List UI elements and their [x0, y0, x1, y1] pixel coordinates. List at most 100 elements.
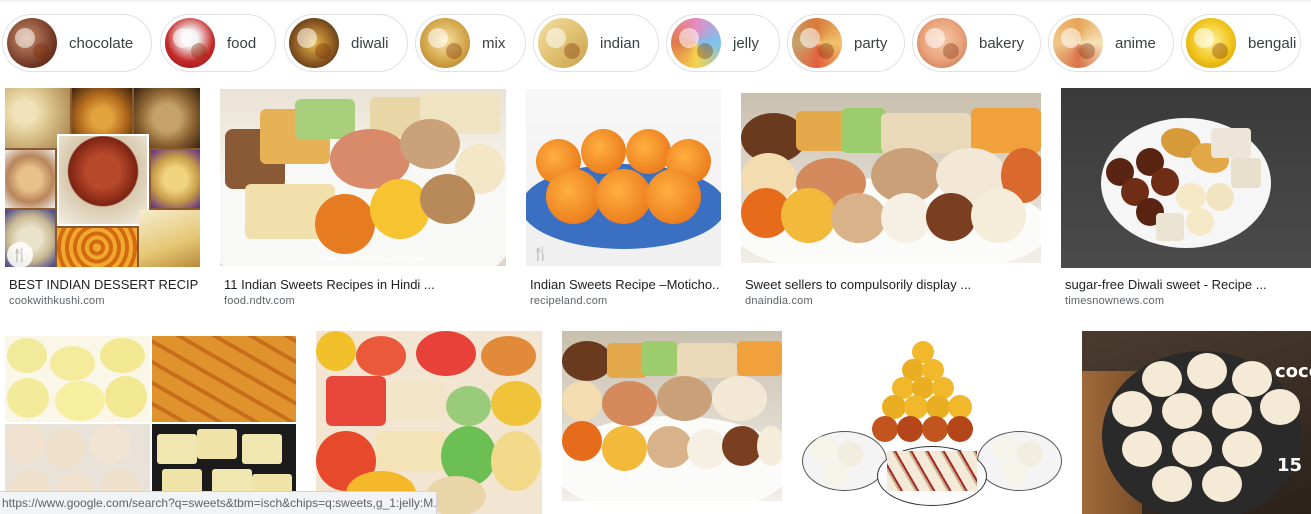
barfi	[1211, 128, 1251, 158]
sweet-piece	[376, 431, 446, 471]
gulab-jamun	[1151, 168, 1179, 196]
sweet-piece	[647, 426, 692, 468]
sweet-piece	[712, 376, 767, 421]
coconut-ladoo	[1212, 393, 1252, 429]
chip-thumbnail	[1053, 18, 1103, 68]
result-source[interactable]: recipeland.com	[530, 295, 607, 307]
result-caption[interactable]: 11 Indian Sweets Recipes in Hindi ...	[224, 277, 504, 292]
ladoo	[596, 169, 651, 224]
peda	[1206, 183, 1234, 211]
collage-tile	[151, 150, 200, 208]
sweet-piece	[657, 376, 712, 421]
gulab-jamun	[897, 416, 923, 442]
ladoo	[646, 169, 701, 224]
collage-tile	[5, 336, 150, 422]
kaju-katli	[887, 451, 977, 491]
coconut-ladoo	[1172, 431, 1212, 467]
result-image-1[interactable]: 🍴	[5, 88, 200, 267]
sweet-piece	[971, 108, 1041, 153]
barfi	[1231, 158, 1261, 188]
sweet-piece	[295, 99, 355, 139]
chip-thumbnail	[165, 18, 215, 68]
related-searches-chips: chocolate food diwali mix indian jelly p…	[0, 14, 1311, 72]
top-divider	[0, 0, 1311, 2]
sweet-piece	[416, 331, 476, 376]
rasgulla	[992, 436, 1018, 462]
gulab-jamun	[872, 416, 898, 442]
sweet-piece	[481, 336, 536, 376]
overlay-number: 15	[1277, 455, 1303, 476]
chip-indian[interactable]: indian	[533, 14, 659, 72]
sweet-piece	[7, 378, 49, 418]
chip-party[interactable]: party	[787, 14, 905, 72]
chip-jelly[interactable]: jelly	[666, 14, 780, 72]
rasgulla	[1002, 461, 1028, 487]
result-source[interactable]: timesnownews.com	[1065, 295, 1164, 307]
result-source[interactable]: food.ndtv.com	[224, 295, 295, 307]
sweet-piece	[926, 193, 976, 241]
chip-chocolate[interactable]: chocolate	[2, 14, 152, 72]
result-image-7[interactable]	[316, 331, 542, 514]
chip-mix[interactable]: mix	[415, 14, 526, 72]
collage-tile	[152, 336, 296, 422]
result-image-9[interactable]	[802, 331, 1062, 514]
chip-bengali[interactable]: bengali	[1181, 14, 1301, 72]
result-image-2[interactable]: Image credit: istockphoto.com/highviews	[220, 89, 506, 266]
result-source[interactable]: dnaindia.com	[745, 295, 813, 307]
chip-anime[interactable]: anime	[1048, 14, 1174, 72]
coconut-ladoo	[1222, 431, 1262, 467]
sweet-piece	[491, 431, 541, 491]
sweet-piece	[562, 421, 602, 461]
result-image-10[interactable]: coco 15	[1082, 331, 1311, 514]
chip-label: jelly	[733, 34, 759, 52]
chip-label: indian	[600, 34, 641, 52]
chip-diwali[interactable]: diwali	[284, 14, 408, 72]
sweet-piece	[197, 429, 237, 459]
sweet-piece	[100, 338, 145, 373]
result-caption[interactable]: Indian Sweets Recipe –Moticho...	[530, 277, 720, 292]
sweet-piece	[90, 424, 130, 464]
sweet-piece	[841, 108, 886, 153]
result-caption[interactable]: Sweet sellers to compulsorily display ..…	[745, 277, 1035, 292]
peda	[1186, 208, 1214, 236]
ladoo	[626, 129, 671, 174]
chip-label: diwali	[351, 34, 389, 52]
chip-thumbnail	[538, 18, 588, 68]
result-image-3[interactable]: 🍴	[526, 89, 721, 266]
sweet-piece	[316, 331, 356, 371]
result-caption[interactable]: sugar-free Diwali sweet - Recipe ...	[1065, 277, 1311, 292]
image-credit: Image credit: istockphoto.com/highviews	[320, 257, 428, 263]
chip-bakery[interactable]: bakery	[912, 14, 1041, 72]
sweet-piece	[687, 429, 727, 469]
sweet-piece	[7, 338, 47, 373]
chip-thumbnail	[917, 18, 967, 68]
sweet-piece	[45, 429, 85, 469]
sweet-piece	[831, 193, 886, 243]
result-image-5[interactable]	[1061, 88, 1311, 268]
chip-label: bakery	[979, 34, 1025, 52]
chip-label: anime	[1115, 34, 1156, 52]
barfi	[1156, 213, 1184, 241]
ladoo	[581, 129, 626, 174]
sweet-piece	[5, 424, 45, 464]
sweet-piece	[446, 386, 491, 426]
collage-tile	[57, 228, 137, 267]
result-image-4[interactable]	[741, 93, 1041, 263]
chip-label: bengali	[1248, 34, 1297, 52]
coconut-ladoo	[1202, 466, 1242, 502]
coconut-ladoo	[1232, 361, 1272, 397]
sweet-piece	[491, 381, 541, 426]
sweet-piece	[105, 376, 147, 418]
result-source[interactable]: cookwithkushi.com	[9, 295, 105, 307]
result-image-6[interactable]	[5, 336, 296, 514]
chip-label: party	[854, 34, 888, 52]
link-status-bar: https://www.google.com/search?q=sweets&t…	[0, 491, 437, 514]
result-image-8[interactable]	[562, 331, 782, 501]
sweet-piece	[971, 188, 1026, 243]
chip-food[interactable]: food	[160, 14, 276, 72]
sweet-piece	[881, 113, 971, 153]
result-caption[interactable]: BEST INDIAN DESSERT RECIPES...	[9, 277, 199, 292]
chip-thumbnail	[289, 18, 339, 68]
chip-thumbnail	[7, 18, 57, 68]
sweet-piece	[677, 343, 737, 378]
